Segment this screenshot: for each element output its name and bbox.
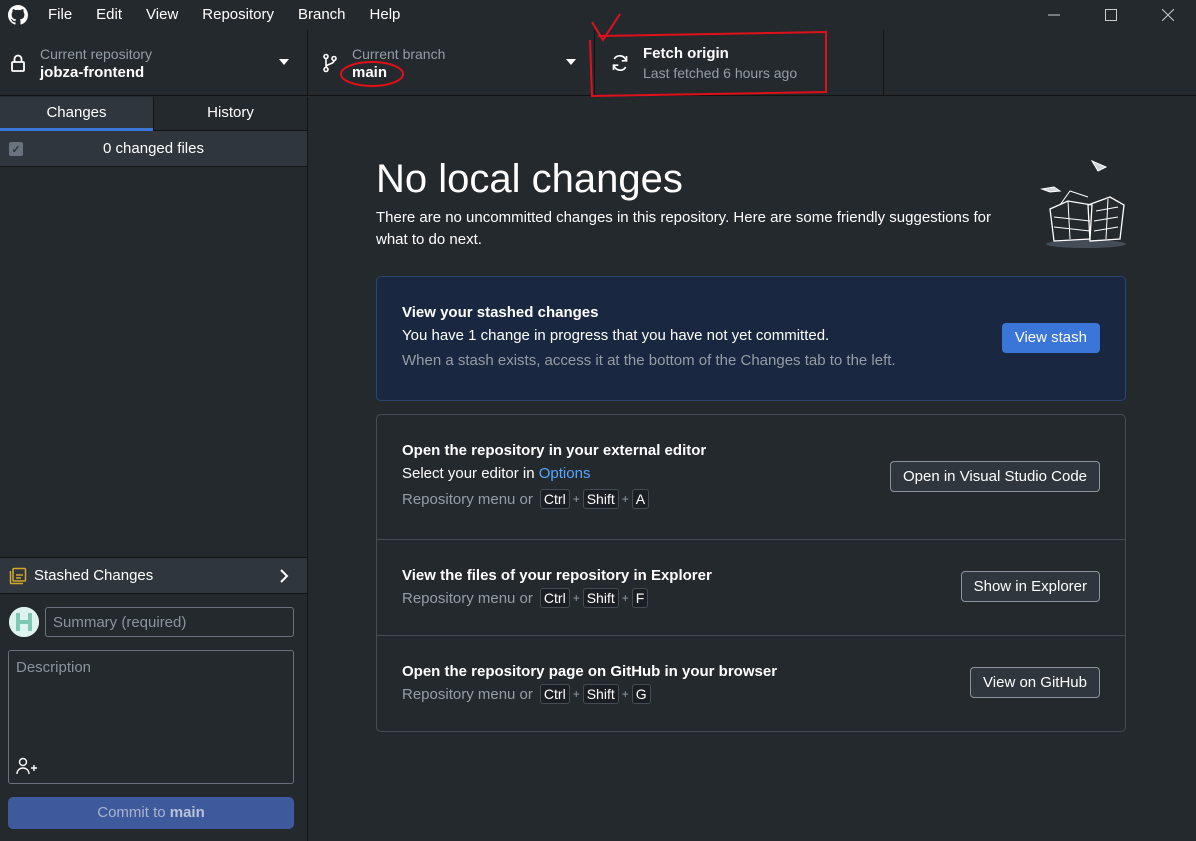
caret-down-icon xyxy=(566,59,576,65)
open-in-editor-button[interactable]: Open in Visual Studio Code xyxy=(889,461,1100,492)
editor-hint-prefix: Repository menu or xyxy=(402,490,533,508)
page-subtitle: There are no uncommitted changes in this… xyxy=(376,209,992,248)
suggestions-card: Open the repository in your external edi… xyxy=(376,414,1126,732)
branch-label: Current branch xyxy=(352,45,446,62)
page-title: No local changes xyxy=(376,157,683,201)
explorer-row: View the files of your repository in Exp… xyxy=(377,540,1125,636)
changed-files-header: ✓ 0 changed files xyxy=(0,131,307,167)
avatar xyxy=(9,607,39,637)
empty-state-illustration xyxy=(1040,159,1126,248)
chevron-right-icon xyxy=(280,569,289,583)
explorer-title: View the files of your repository in Exp… xyxy=(402,567,712,584)
kbd-ctrl: Ctrl xyxy=(539,489,570,509)
kbd-ctrl: Ctrl xyxy=(539,684,570,704)
maximize-button[interactable] xyxy=(1082,0,1139,30)
options-link[interactable]: Options xyxy=(539,465,591,482)
kbd-key: A xyxy=(631,489,650,509)
tab-changes[interactable]: Changes xyxy=(0,97,153,131)
menu-help[interactable]: Help xyxy=(358,0,413,30)
kbd-shift: Shift xyxy=(582,588,619,608)
view-on-github-button[interactable]: View on GitHub xyxy=(970,667,1100,698)
maximize-icon xyxy=(1104,9,1117,21)
stash-card-title: View your stashed changes xyxy=(402,304,599,321)
repo-label: Current repository xyxy=(40,45,153,62)
main-content: No local changes There are no uncommitte… xyxy=(308,97,1196,841)
add-coauthor-icon[interactable] xyxy=(16,757,40,775)
caret-down-icon xyxy=(279,59,289,65)
fetch-title: Fetch origin xyxy=(643,45,729,62)
branch-icon xyxy=(308,53,352,73)
editor-line-prefix: Select your editor in xyxy=(402,465,535,482)
github-hint-prefix: Repository menu or xyxy=(402,685,533,703)
description-input[interactable] xyxy=(9,651,293,751)
kbd-key: F xyxy=(631,588,649,608)
menu-file[interactable]: File xyxy=(36,0,84,30)
minimize-button[interactable] xyxy=(1025,0,1082,30)
menu-branch[interactable]: Branch xyxy=(286,0,358,30)
fetch-origin-button[interactable]: Fetch origin Last fetched 6 hours ago xyxy=(595,30,884,96)
fetch-subtitle: Last fetched 6 hours ago xyxy=(643,65,798,81)
stashed-changes-row[interactable]: Stashed Changes xyxy=(0,557,307,594)
minimize-icon xyxy=(1047,14,1060,16)
kbd-key: G xyxy=(631,684,651,704)
stash-icon xyxy=(9,567,27,584)
tab-history[interactable]: History xyxy=(153,97,307,130)
stash-card-hint: When a stash exists, access it at the bo… xyxy=(402,352,896,369)
menu-repository[interactable]: Repository xyxy=(190,0,286,30)
menu-edit[interactable]: Edit xyxy=(84,0,134,30)
repo-name: jobza-frontend xyxy=(40,63,145,81)
menu-view[interactable]: View xyxy=(134,0,190,30)
github-row: Open the repository page on GitHub in yo… xyxy=(377,636,1125,731)
close-button[interactable] xyxy=(1139,0,1196,30)
sync-icon xyxy=(597,53,643,73)
branch-name: main xyxy=(352,63,388,81)
description-field xyxy=(8,650,294,784)
show-in-explorer-button[interactable]: Show in Explorer xyxy=(960,571,1100,602)
toolbar: Current repository jobza-frontend Curren… xyxy=(0,30,1196,96)
changed-files-count: 0 changed files xyxy=(103,140,204,157)
stash-card-line: You have 1 change in progress that you h… xyxy=(402,327,830,344)
sidebar-tabs: Changes History xyxy=(0,97,307,131)
title-bar: File Edit View Repository Branch Help xyxy=(0,0,1196,30)
current-branch-dropdown[interactable]: Current branch main xyxy=(308,30,595,96)
lock-icon xyxy=(0,54,36,72)
summary-input[interactable] xyxy=(45,607,294,637)
external-editor-row: Open the repository in your external edi… xyxy=(377,415,1125,540)
close-icon xyxy=(1161,9,1174,21)
commit-button-branch: main xyxy=(169,804,205,821)
view-stash-button[interactable]: View stash xyxy=(1001,323,1100,353)
sidebar: Changes History ✓ 0 changed files Stashe… xyxy=(0,97,308,841)
kbd-shift: Shift xyxy=(582,684,619,704)
editor-title: Open the repository in your external edi… xyxy=(402,442,707,459)
select-all-checkbox[interactable]: ✓ xyxy=(9,142,23,156)
stashed-changes-label: Stashed Changes xyxy=(34,567,154,584)
github-title: Open the repository page on GitHub in yo… xyxy=(402,663,778,680)
github-logo-icon xyxy=(0,0,36,30)
kbd-ctrl: Ctrl xyxy=(539,588,570,608)
explorer-hint-prefix: Repository menu or xyxy=(402,589,533,607)
stash-card: View your stashed changes You have 1 cha… xyxy=(376,276,1126,401)
current-repository-dropdown[interactable]: Current repository jobza-frontend xyxy=(0,30,308,96)
commit-button[interactable]: Commit to main xyxy=(8,797,294,829)
commit-button-prefix: Commit to xyxy=(97,804,166,821)
kbd-shift: Shift xyxy=(582,489,619,509)
